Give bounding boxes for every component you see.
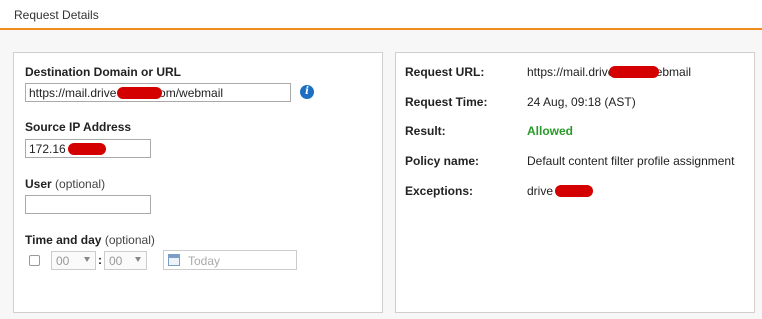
chevron-down-icon — [84, 257, 90, 262]
request-url-label: Request URL: — [405, 65, 485, 79]
date-placeholder: Today — [188, 254, 221, 268]
calendar-icon[interactable] — [168, 254, 180, 266]
request-details-panel: Request URL: https://mail.drive .com/web… — [395, 52, 755, 313]
result-label: Result: — [405, 124, 446, 138]
request-time-label: Request Time: — [405, 95, 488, 109]
redaction-mark — [555, 185, 593, 197]
page-title: Request Details — [14, 8, 99, 22]
result-value: Allowed — [527, 124, 574, 138]
info-icon[interactable]: i — [300, 85, 314, 99]
request-form-panel: Destination Domain or URL i Source IP Ad… — [13, 52, 383, 313]
user-optional-text: (optional) — [55, 177, 106, 191]
policy-name-label: Policy name: — [405, 154, 480, 168]
exceptions-value: drive — [527, 184, 554, 198]
header-bar: Request Details — [0, 0, 762, 30]
hour-select[interactable]: 00 — [51, 251, 96, 270]
time-label: Time and day (optional) — [25, 233, 155, 247]
user-label-text: User — [25, 177, 52, 191]
exceptions-label: Exceptions: — [405, 184, 474, 198]
date-picker-input[interactable]: Today — [163, 250, 297, 270]
redaction-mark — [68, 143, 106, 155]
time-optional-text: (optional) — [104, 233, 155, 247]
user-input[interactable] — [25, 195, 151, 214]
user-label: User (optional) — [25, 177, 105, 191]
time-separator: : — [98, 253, 102, 267]
source-ip-label: Source IP Address — [25, 120, 132, 134]
time-enable-checkbox[interactable] — [29, 255, 40, 266]
hour-value: 00 — [56, 254, 70, 268]
minute-select[interactable]: 00 — [104, 251, 147, 270]
request-time-value: 24 Aug, 09:18 (AST) — [527, 95, 636, 109]
chevron-down-icon — [135, 257, 141, 262]
minute-value: 00 — [109, 254, 123, 268]
policy-name-value: Default content filter profile assignmen… — [527, 154, 735, 168]
destination-label: Destination Domain or URL — [25, 65, 182, 79]
redaction-mark — [609, 66, 659, 78]
redaction-mark — [117, 87, 162, 99]
time-label-text: Time and day — [25, 233, 102, 247]
